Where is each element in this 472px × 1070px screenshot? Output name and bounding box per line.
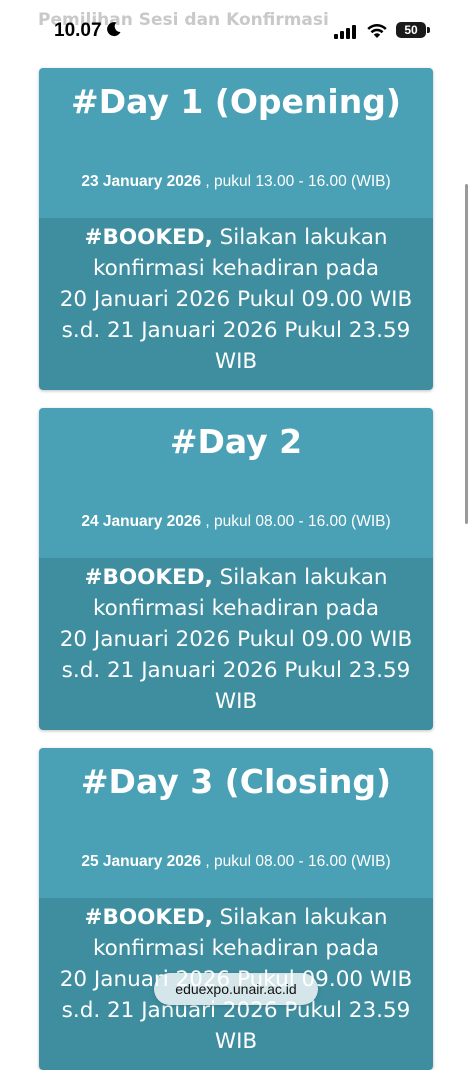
session-time: , pukul 08.00 - 16.00 (WIB) (201, 513, 391, 530)
session-schedule: 25 January 2026 , pukul 08.00 - 16.00 (W… (39, 853, 433, 871)
address-bar[interactable]: eduexpo.unair.ac.id (154, 973, 318, 1005)
message-line: s.d. 21 Januari 2026 Pukul 23.59 (61, 318, 411, 343)
session-date: 25 January 2026 (81, 853, 202, 870)
scrollbar[interactable] (465, 184, 468, 524)
session-title: #Day 3 (Closing) (80, 762, 392, 801)
signal-icon (334, 25, 356, 39)
session-card-day2[interactable]: #Day 2 24 January 2026 , pukul 08.00 - 1… (39, 408, 433, 730)
message-line: WIB (214, 1029, 258, 1054)
booked-status: #BOOKED, (84, 565, 213, 590)
session-schedule: 24 January 2026 , pukul 08.00 - 16.00 (W… (39, 513, 433, 531)
url-text: eduexpo.unair.ac.id (175, 981, 297, 997)
message-text: Silakan lakukan (212, 225, 388, 250)
message-line: #BOOKED, Silakan lakukan (47, 222, 425, 253)
card-header: #Day 2 24 January 2026 , pukul 08.00 - 1… (39, 408, 433, 558)
session-card-day1[interactable]: #Day 1 (Opening) 23 January 2026 , pukul… (39, 68, 433, 390)
message-text: Silakan lakukan (212, 565, 388, 590)
message-line: 20 Januari 2026 Pukul 09.00 WIB (59, 627, 413, 652)
session-time: , pukul 13.00 - 16.00 (WIB) (201, 173, 391, 190)
session-card-day3[interactable]: #Day 3 (Closing) 25 January 2026 , pukul… (39, 748, 433, 1070)
battery-icon: 50 (396, 22, 426, 38)
status-time: 10.07 (54, 20, 102, 41)
message-line: konfirmasi kehadiran pada (92, 936, 380, 961)
message-text: Silakan lakukan (212, 905, 388, 930)
booked-status: #BOOKED, (84, 905, 213, 930)
message-line: #BOOKED, Silakan lakukan (47, 902, 425, 933)
battery-nub (427, 27, 430, 33)
session-title: #Day 1 (Opening) (71, 82, 401, 121)
booked-status: #BOOKED, (84, 225, 213, 250)
session-date: 23 January 2026 (81, 173, 202, 190)
message-line: #BOOKED, Silakan lakukan (47, 562, 425, 593)
card-header: #Day 1 (Opening) 23 January 2026 , pukul… (39, 68, 433, 218)
session-date: 24 January 2026 (81, 513, 202, 530)
message-line: 20 Januari 2026 Pukul 09.00 WIB (59, 287, 413, 312)
message-line: s.d. 21 Januari 2026 Pukul 23.59 (61, 658, 411, 683)
card-status-message: #BOOKED, Silakan lakukan konfirmasi keha… (39, 218, 433, 390)
wifi-icon (367, 24, 387, 38)
message-line: WIB (214, 689, 258, 714)
session-time: , pukul 08.00 - 16.00 (WIB) (201, 853, 391, 870)
battery-level: 50 (404, 23, 418, 37)
message-line: konfirmasi kehadiran pada (92, 596, 380, 621)
card-header: #Day 3 (Closing) 25 January 2026 , pukul… (39, 748, 433, 898)
session-title: #Day 2 (169, 422, 303, 461)
message-line: WIB (214, 349, 258, 374)
moon-icon (107, 22, 121, 37)
message-line: konfirmasi kehadiran pada (92, 256, 380, 281)
card-status-message: #BOOKED, Silakan lakukan konfirmasi keha… (39, 558, 433, 730)
session-schedule: 23 January 2026 , pukul 13.00 - 16.00 (W… (39, 173, 433, 191)
